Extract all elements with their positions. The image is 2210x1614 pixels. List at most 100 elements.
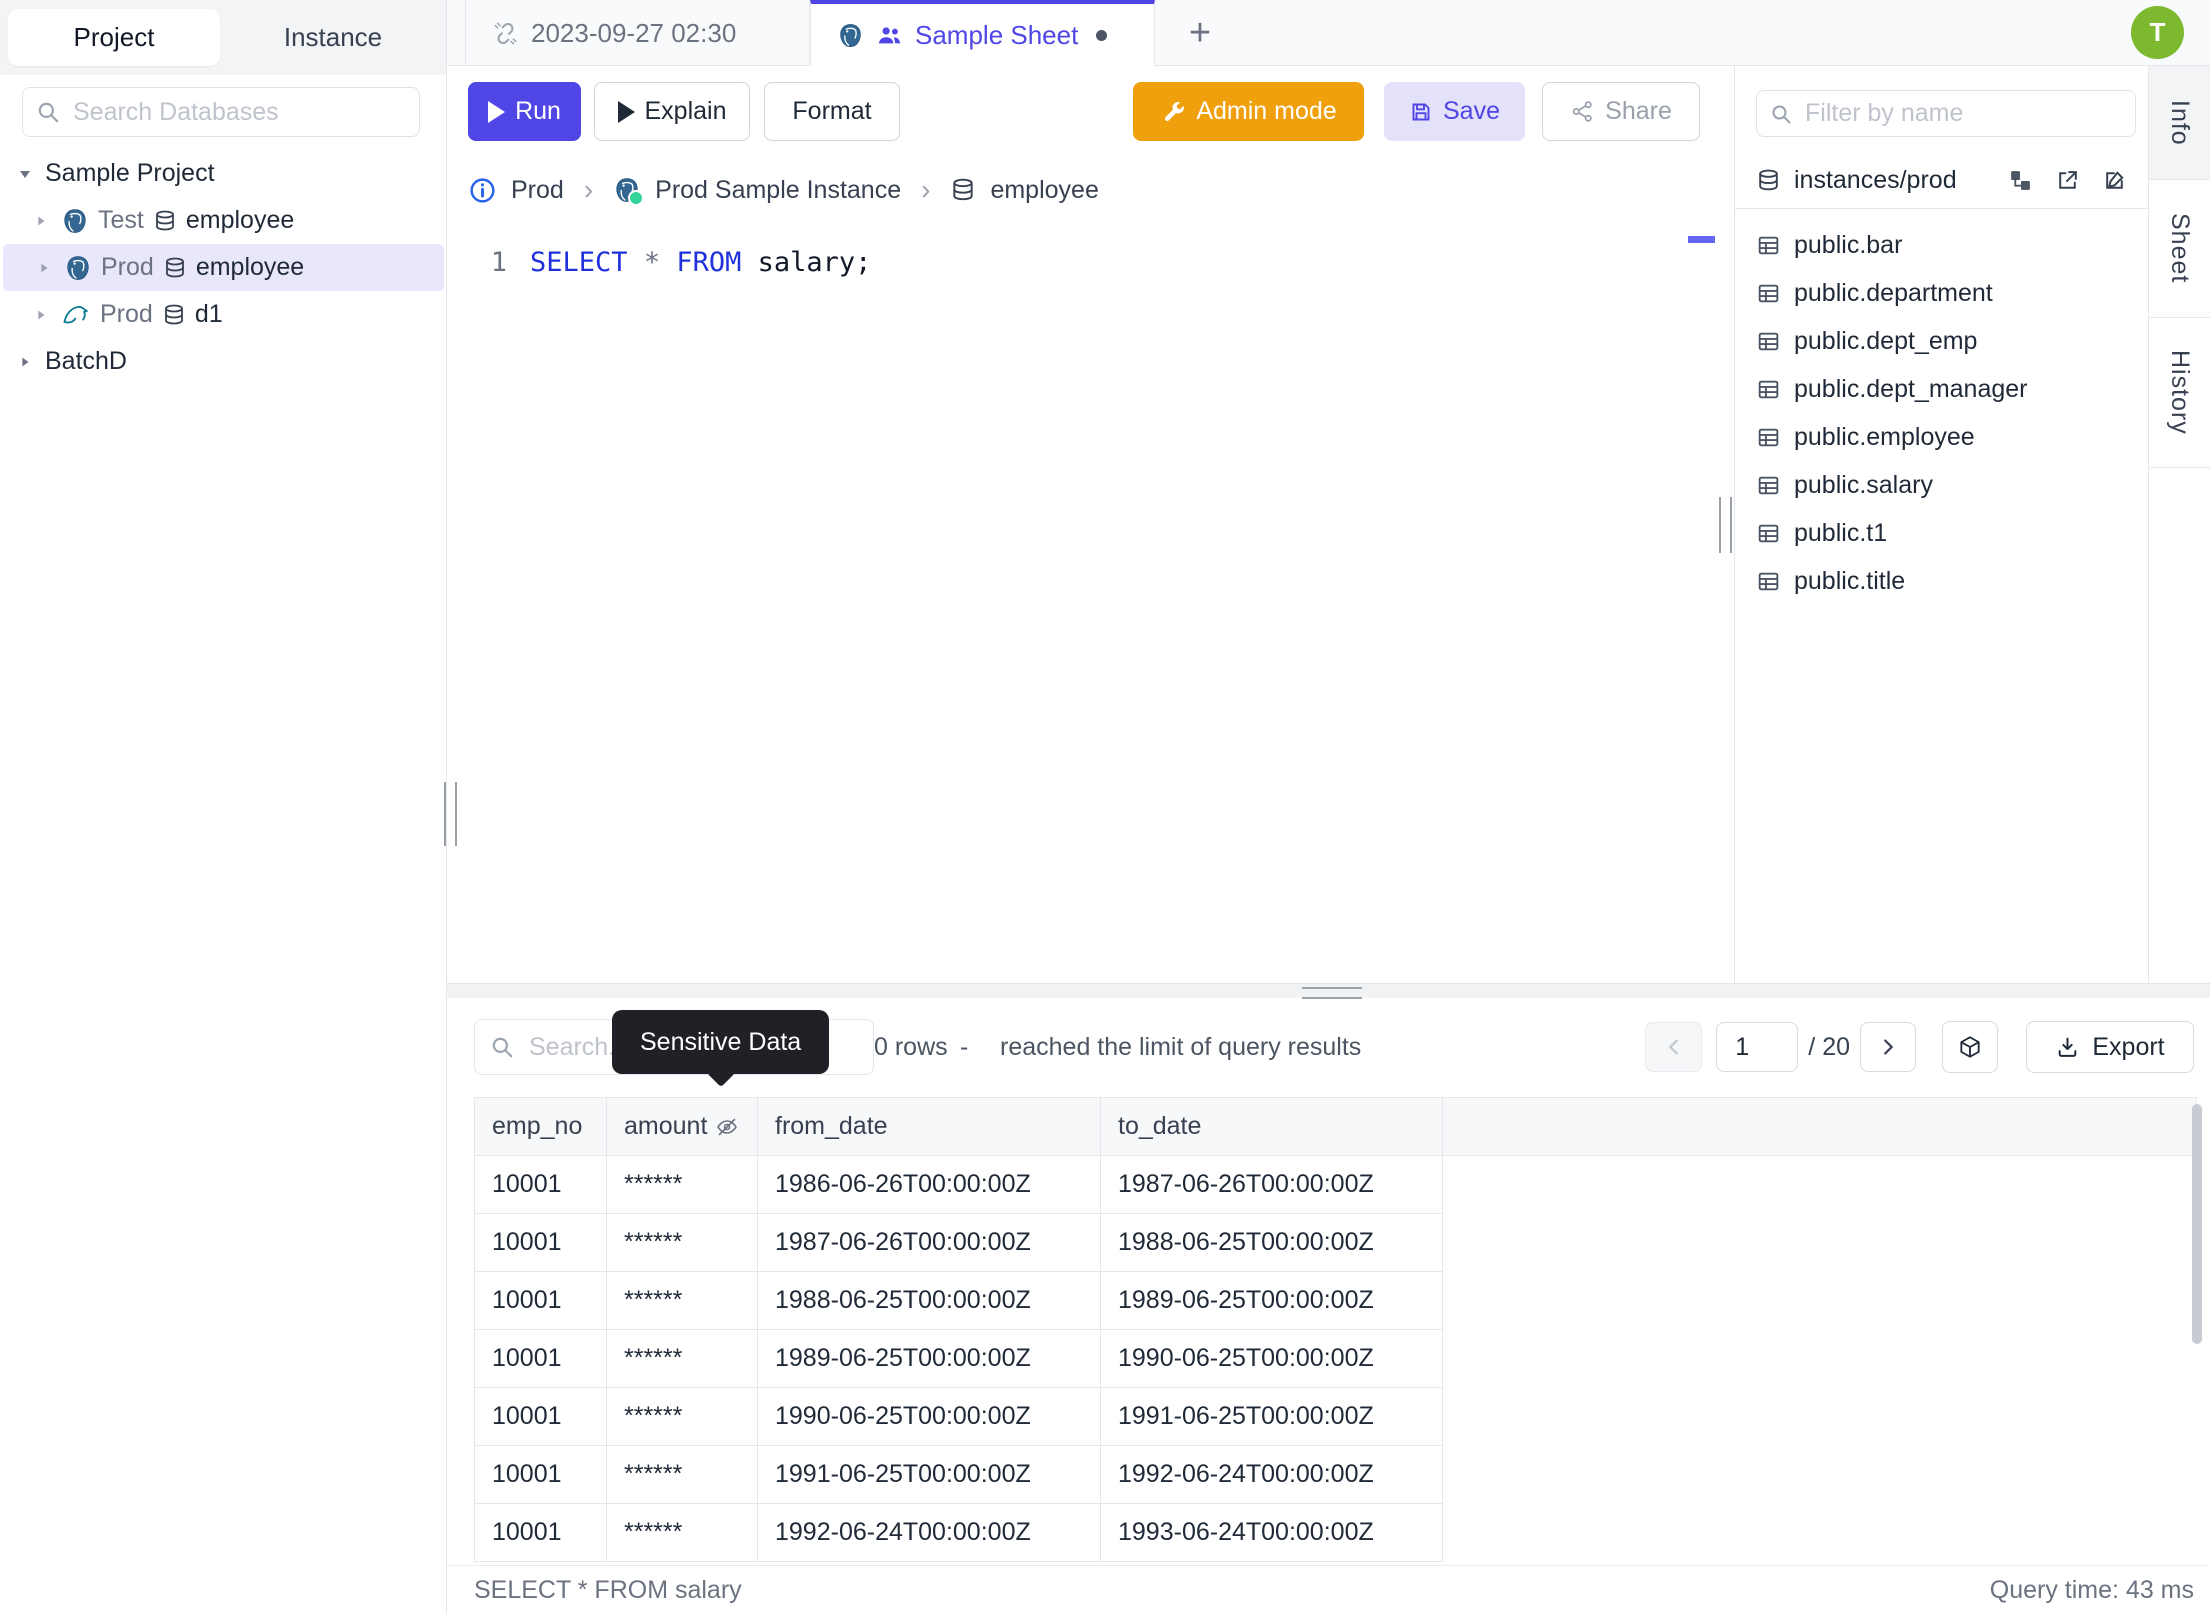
cell-emp-no[interactable]: 10001 bbox=[474, 1213, 607, 1272]
rail-tab-history[interactable]: History bbox=[2149, 318, 2210, 468]
cell-empty bbox=[1443, 1214, 2197, 1272]
cell-from-date[interactable]: 1988-06-25T00:00:00Z bbox=[757, 1271, 1101, 1330]
rail-tab-sheet[interactable]: Sheet bbox=[2149, 180, 2210, 318]
cell-to-date[interactable]: 1987-06-26T00:00:00Z bbox=[1100, 1155, 1443, 1214]
caret-right-icon[interactable] bbox=[30, 307, 52, 323]
database-search-input[interactable] bbox=[71, 96, 407, 128]
results-panel: Sensitive Data 0 rows - reached the limi… bbox=[447, 983, 2210, 1614]
column-header-amount[interactable]: amount bbox=[606, 1097, 758, 1156]
breadcrumb-environment[interactable]: Prod bbox=[511, 176, 564, 205]
cell-to-date[interactable]: 1993-06-24T00:00:00Z bbox=[1100, 1503, 1443, 1562]
export-button[interactable]: Export bbox=[2026, 1021, 2194, 1073]
cell-from-date[interactable]: 1989-06-25T00:00:00Z bbox=[757, 1329, 1101, 1388]
table-list-item[interactable]: public.dept_manager bbox=[1735, 365, 2148, 413]
cell-emp-no[interactable]: 10001 bbox=[474, 1271, 607, 1330]
save-button[interactable]: Save bbox=[1384, 82, 1525, 141]
column-header-to-date[interactable]: to_date bbox=[1100, 1097, 1443, 1156]
cell-from-date[interactable]: 1987-06-26T00:00:00Z bbox=[757, 1213, 1101, 1272]
result-view-cube-button[interactable] bbox=[1942, 1021, 1998, 1073]
table-list-item[interactable]: public.dept_emp bbox=[1735, 317, 2148, 365]
column-header-from-date[interactable]: from_date bbox=[757, 1097, 1101, 1156]
table-list-item[interactable]: public.bar bbox=[1735, 221, 2148, 269]
cell-from-date[interactable]: 1986-06-26T00:00:00Z bbox=[757, 1155, 1101, 1214]
page-number-input[interactable] bbox=[1716, 1022, 1799, 1072]
search-icon bbox=[1769, 102, 1793, 126]
cell-from-date[interactable]: 1992-06-24T00:00:00Z bbox=[757, 1503, 1101, 1562]
cell-to-date[interactable]: 1990-06-25T00:00:00Z bbox=[1100, 1329, 1443, 1388]
explain-button[interactable]: Explain bbox=[594, 82, 750, 141]
table-filter-input[interactable] bbox=[1803, 98, 2123, 129]
table-row[interactable]: 10001 ****** 1988-06-25T00:00:00Z 1989-0… bbox=[474, 1271, 2197, 1330]
sheet-tab-adhoc[interactable]: 2023-09-27 02:30 bbox=[465, 0, 810, 66]
tree-node-batchd[interactable]: BatchD bbox=[0, 338, 447, 385]
sql-editor[interactable]: 1 SELECT * FROM salary; bbox=[447, 244, 1734, 282]
cell-amount-masked[interactable]: ****** bbox=[606, 1445, 758, 1504]
cell-emp-no[interactable]: 10001 bbox=[474, 1329, 607, 1388]
next-page-button[interactable] bbox=[1860, 1022, 1916, 1072]
tree-node-test-employee[interactable]: Test employee bbox=[0, 197, 447, 244]
table-name: public.title bbox=[1794, 566, 1906, 595]
schema-panel-drag-handle[interactable] bbox=[1719, 497, 1732, 553]
table-list-item[interactable]: public.salary bbox=[1735, 461, 2148, 509]
breadcrumb-instance[interactable]: Prod Sample Instance bbox=[655, 176, 901, 205]
database-icon bbox=[163, 256, 187, 280]
play-icon bbox=[488, 100, 506, 123]
table-row[interactable]: 10001 ****** 1986-06-26T00:00:00Z 1987-0… bbox=[474, 1155, 2197, 1214]
breadcrumb-database[interactable]: employee bbox=[990, 176, 1098, 205]
schema-diagram-icon[interactable] bbox=[2008, 168, 2033, 193]
cell-amount-masked[interactable]: ****** bbox=[606, 1387, 758, 1446]
tab-project[interactable]: Project bbox=[8, 9, 220, 66]
table-row[interactable]: 10001 ****** 1990-06-25T00:00:00Z 1991-0… bbox=[474, 1387, 2197, 1446]
cell-to-date[interactable]: 1991-06-25T00:00:00Z bbox=[1100, 1387, 1443, 1446]
table-list-item[interactable]: public.employee bbox=[1735, 413, 2148, 461]
caret-down-icon[interactable] bbox=[14, 166, 36, 182]
sql-code-line[interactable]: SELECT * FROM salary; bbox=[530, 244, 871, 282]
share-icon bbox=[1570, 99, 1595, 124]
cell-emp-no[interactable]: 10001 bbox=[474, 1387, 607, 1446]
table-list-item[interactable]: public.t1 bbox=[1735, 509, 2148, 557]
table-row[interactable]: 10001 ****** 1992-06-24T00:00:00Z 1993-0… bbox=[474, 1503, 2197, 1562]
new-sheet-button[interactable]: + bbox=[1172, 0, 1228, 66]
cell-amount-masked[interactable]: ****** bbox=[606, 1329, 758, 1388]
run-button[interactable]: Run bbox=[468, 82, 581, 141]
external-link-icon[interactable] bbox=[2055, 168, 2080, 193]
cell-amount-masked[interactable]: ****** bbox=[606, 1213, 758, 1272]
caret-right-icon[interactable] bbox=[14, 354, 36, 370]
column-header-emp-no[interactable]: emp_no bbox=[474, 1097, 607, 1156]
table-row[interactable]: 10001 ****** 1989-06-25T00:00:00Z 1990-0… bbox=[474, 1329, 2197, 1388]
cell-emp-no[interactable]: 10001 bbox=[474, 1155, 607, 1214]
results-scrollbar[interactable] bbox=[2192, 1104, 2202, 1344]
cell-from-date[interactable]: 1990-06-25T00:00:00Z bbox=[757, 1387, 1101, 1446]
cell-amount-masked[interactable]: ****** bbox=[606, 1155, 758, 1214]
tree-node-project[interactable]: Sample Project bbox=[0, 150, 447, 197]
cell-amount-masked[interactable]: ****** bbox=[606, 1271, 758, 1330]
caret-right-icon[interactable] bbox=[30, 213, 52, 229]
cell-amount-masked[interactable]: ****** bbox=[606, 1503, 758, 1562]
info-icon[interactable] bbox=[468, 176, 497, 205]
rail-tab-info[interactable]: Info bbox=[2149, 66, 2210, 180]
horizontal-drag-handle[interactable] bbox=[1302, 987, 1362, 999]
user-avatar[interactable]: T bbox=[2131, 6, 2184, 59]
table-list-item[interactable]: public.department bbox=[1735, 269, 2148, 317]
format-button[interactable]: Format bbox=[764, 82, 900, 141]
sidebar-drag-handle[interactable] bbox=[444, 782, 457, 846]
edit-icon[interactable] bbox=[2102, 168, 2127, 193]
tab-instance[interactable]: Instance bbox=[220, 9, 446, 66]
cell-to-date[interactable]: 1988-06-25T00:00:00Z bbox=[1100, 1213, 1443, 1272]
table-icon bbox=[1756, 569, 1781, 594]
sheet-tab-sample-sheet[interactable]: Sample Sheet bbox=[810, 0, 1155, 67]
tree-node-prod-employee[interactable]: Prod employee bbox=[3, 244, 444, 291]
table-list-item[interactable]: public.title bbox=[1735, 557, 2148, 605]
share-button[interactable]: Share bbox=[1542, 82, 1700, 141]
caret-right-icon[interactable] bbox=[33, 260, 55, 276]
table-row[interactable]: 10001 ****** 1987-06-26T00:00:00Z 1988-0… bbox=[474, 1213, 2197, 1272]
cell-to-date[interactable]: 1992-06-24T00:00:00Z bbox=[1100, 1445, 1443, 1504]
prev-page-button[interactable] bbox=[1645, 1022, 1703, 1072]
cell-emp-no[interactable]: 10001 bbox=[474, 1503, 607, 1562]
admin-mode-button[interactable]: Admin mode bbox=[1133, 82, 1364, 141]
table-row[interactable]: 10001 ****** 1991-06-25T00:00:00Z 1992-0… bbox=[474, 1445, 2197, 1504]
cell-emp-no[interactable]: 10001 bbox=[474, 1445, 607, 1504]
cell-from-date[interactable]: 1991-06-25T00:00:00Z bbox=[757, 1445, 1101, 1504]
tree-node-prod-d1[interactable]: Prod d1 bbox=[0, 291, 447, 338]
cell-to-date[interactable]: 1989-06-25T00:00:00Z bbox=[1100, 1271, 1443, 1330]
